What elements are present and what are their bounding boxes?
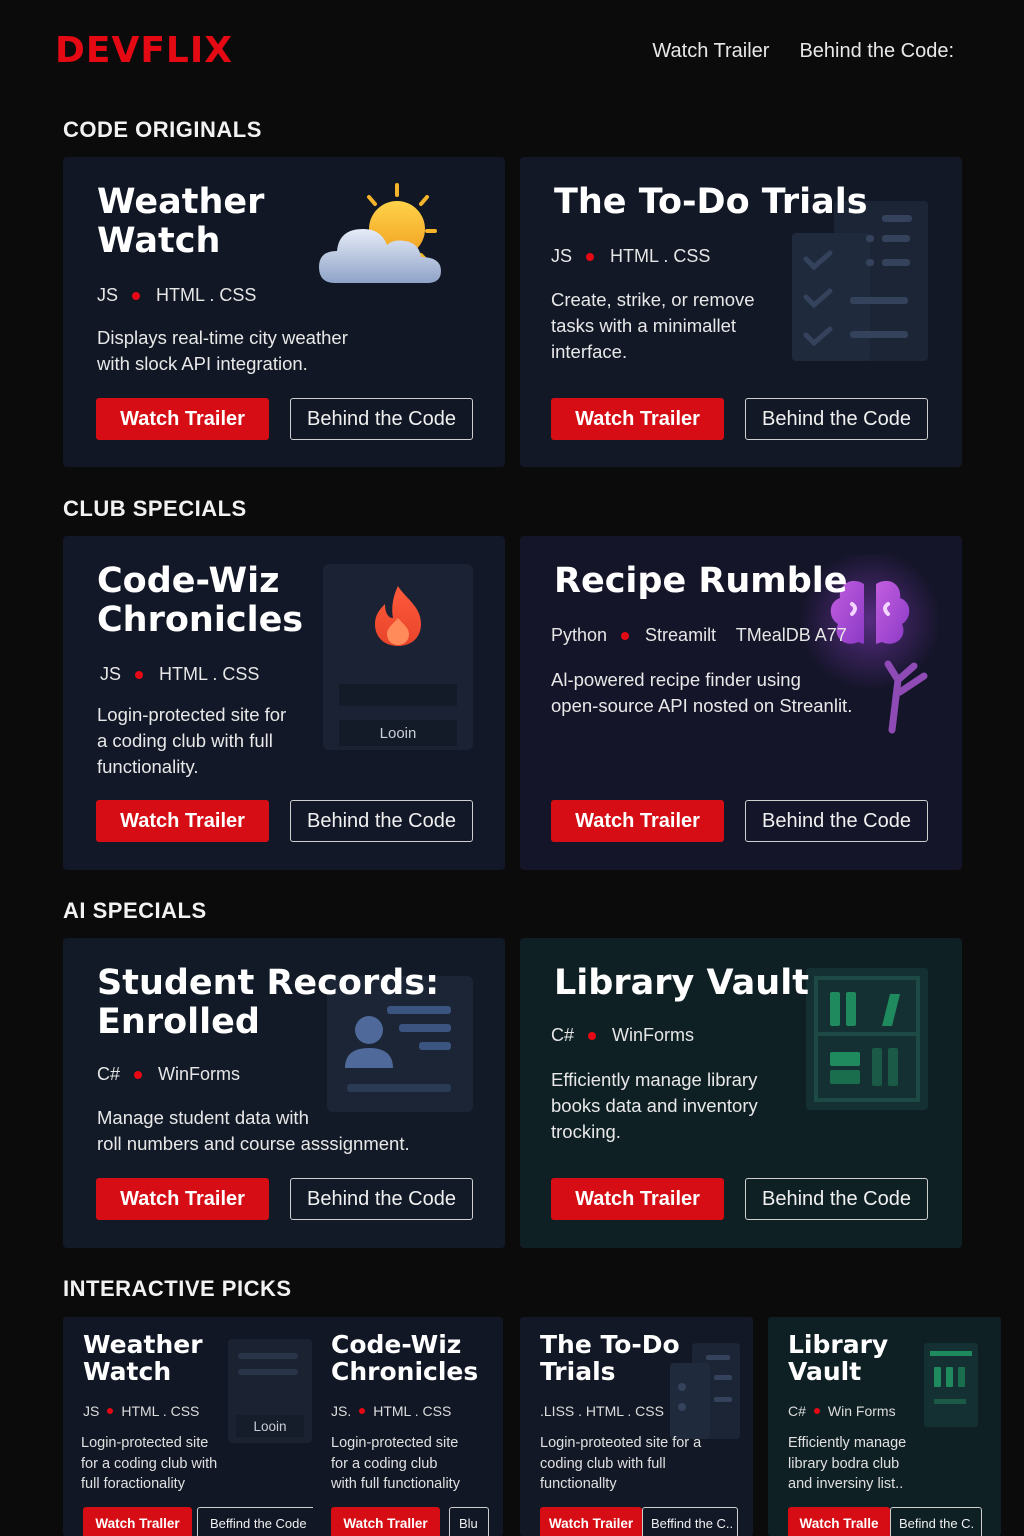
project-card-library-vault[interactable]: Library Vault C# WinForms Efficiently man…: [520, 938, 962, 1248]
card-title: Code-Wiz Chronicles: [331, 1330, 479, 1386]
behind-the-code-button[interactable]: Behind the Code: [290, 800, 473, 842]
behind-the-code-button[interactable]: Behind the Code: [290, 398, 473, 440]
checklist-icon: [670, 1343, 740, 1439]
card-description: Login-proteoted site for a coding club w…: [540, 1435, 702, 1492]
section-title-club-specials: CLUB SPECIALS: [63, 496, 247, 521]
behind-the-code-button[interactable]: Behind the Code: [745, 800, 928, 842]
project-card-recipe-rumble[interactable]: Recipe Rumble Python Streamilt TMealDB A7…: [520, 536, 962, 870]
card-title: Code-Wiz Chronicles: [97, 561, 304, 640]
card-description: Login-protected site for a coding club w…: [81, 1435, 218, 1492]
bookshelf-icon: [924, 1343, 978, 1427]
section-title-code-originals: CODE ORIGINALS: [63, 117, 262, 142]
tag-separator-dot: [132, 291, 141, 300]
watch-trailer-button[interactable]: Watch Trailer: [540, 1507, 642, 1536]
tech-tags: JS HTML . CSS: [83, 1403, 200, 1419]
tag-separator-dot: [359, 1408, 366, 1414]
project-card-weather-watch[interactable]: Weather Watch JS HTML . CSS Displays real…: [63, 157, 505, 467]
mini-card-weather-watch[interactable]: Looin Weather Watch JS HTML . CSS Login-p…: [63, 1317, 313, 1536]
tech-tags: C# Win Forms: [788, 1403, 896, 1419]
tech-tags: JS HTML . CSS: [100, 664, 260, 684]
watch-trailer-button[interactable]: Watch Trailer: [551, 398, 724, 440]
bookshelf-icon: [806, 968, 928, 1110]
section-title-interactive-picks: INTERACTIVE PICKS: [63, 1276, 292, 1301]
weather-icon: [319, 183, 441, 283]
tag-separator-dot: [107, 1408, 114, 1414]
checklist-icon: [792, 201, 928, 361]
watch-trailer-button[interactable]: Watch Trailer: [96, 800, 269, 842]
mini-card-library-vault[interactable]: Library Vault C# Win Forms Efficiently ma…: [768, 1317, 1001, 1536]
card-title: Weather Watch: [83, 1330, 203, 1386]
card-title: Library Vault: [788, 1330, 889, 1386]
behind-the-code-button[interactable]: Beffind the C..: [642, 1507, 738, 1536]
card-title: Library Vault: [554, 963, 809, 1003]
mini-card-todo-trials[interactable]: The To-Do Trials .LISS . HTML . CSS Logi…: [520, 1317, 753, 1536]
card-description: Create, strike, or remove tasks with a m…: [551, 289, 755, 362]
card-description: Efficiently manage library books data an…: [551, 1069, 758, 1142]
fire-icon: [375, 586, 421, 646]
login-button-art: Looin: [339, 720, 457, 746]
tag-separator-dot: [586, 252, 595, 261]
card-description: Manage student data with roll numbers an…: [97, 1107, 410, 1154]
tag-separator-dot: [621, 631, 630, 640]
watch-trailer-button[interactable]: Watch Trailer: [96, 398, 269, 440]
card-description: Displays real-time city weather with slo…: [97, 327, 348, 374]
tech-tags: C# WinForms: [97, 1064, 241, 1084]
tech-tags: Python Streamilt TMealDB A77: [551, 625, 847, 645]
tag-separator-dot: [135, 670, 144, 679]
project-card-student-records[interactable]: Student Records: Enrolled C# WinForms Man…: [63, 938, 505, 1248]
behind-the-code-button[interactable]: Beffind the Code: [197, 1507, 313, 1536]
nav-behind-the-code[interactable]: Behind the Code:: [799, 40, 954, 63]
tech-tags: C# WinForms: [551, 1025, 695, 1045]
mini-card-code-wiz[interactable]: Code-Wiz Chronicles JS. HTML . CSS Login-…: [311, 1317, 503, 1536]
behind-the-code-button[interactable]: Befind the C.: [890, 1507, 982, 1536]
tag-separator-dot: [813, 1408, 820, 1414]
section-title-ai-specials: AI SPECIALS: [63, 898, 207, 923]
behind-the-code-button[interactable]: Blu: [449, 1507, 489, 1536]
card-description: Efficiently manage library bodra club an…: [788, 1435, 907, 1492]
behind-the-code-button[interactable]: Behind the Code: [745, 398, 928, 440]
card-description: Al-powered recipe finder using open-sour…: [551, 669, 853, 716]
watch-trailer-button[interactable]: Watch Tralle: [788, 1507, 890, 1536]
login-panel-art: Looin: [228, 1339, 312, 1443]
watch-trailer-button[interactable]: Watch Trailer: [551, 800, 724, 842]
brand-logo[interactable]: DEVFLIX: [55, 30, 233, 71]
behind-the-code-button[interactable]: Behind the Code: [745, 1178, 928, 1220]
tag-separator-dot: [134, 1070, 143, 1079]
top-bar: DEVFLIX Watch Trailer Behind the Code:: [0, 0, 1024, 100]
tag-separator-dot: [588, 1031, 597, 1040]
card-title: Recipe Rumble: [554, 561, 848, 601]
watch-trailer-button[interactable]: Watch Trailer: [96, 1178, 269, 1220]
tech-tags: JS. HTML . CSS: [331, 1403, 452, 1419]
login-panel-art: Looin: [323, 564, 473, 750]
project-card-todo-trials[interactable]: The To-Do Trials JS HTML . CSS Create, st…: [520, 157, 962, 467]
tech-tags: JS HTML . CSS: [551, 246, 711, 266]
watch-trailer-button[interactable]: Watch Trailer: [551, 1178, 724, 1220]
behind-the-code-button[interactable]: Behind the Code: [290, 1178, 473, 1220]
tech-tags: JS HTML . CSS: [97, 285, 257, 305]
card-title: Weather Watch: [97, 182, 265, 261]
nav-watch-trailer[interactable]: Watch Trailer: [652, 40, 769, 63]
tech-tags: .LISS . HTML . CSS: [540, 1403, 664, 1419]
card-title: The To-Do Trials: [540, 1330, 680, 1386]
watch-trailer-button[interactable]: Watch Traller: [331, 1507, 440, 1536]
watch-trailer-button[interactable]: Watch Traller: [83, 1507, 192, 1536]
card-description: Login-protected site for a coding club w…: [97, 704, 287, 777]
card-description: Login-protected site for a coding club w…: [331, 1435, 460, 1492]
project-card-code-wiz[interactable]: Looin Code-Wiz Chronicles JS HTML . CSS L…: [63, 536, 505, 870]
top-nav: Watch Trailer Behind the Code:: [652, 40, 954, 63]
card-title: Student Records: Enrolled: [97, 963, 440, 1042]
card-title: The To-Do Trials: [554, 182, 868, 222]
